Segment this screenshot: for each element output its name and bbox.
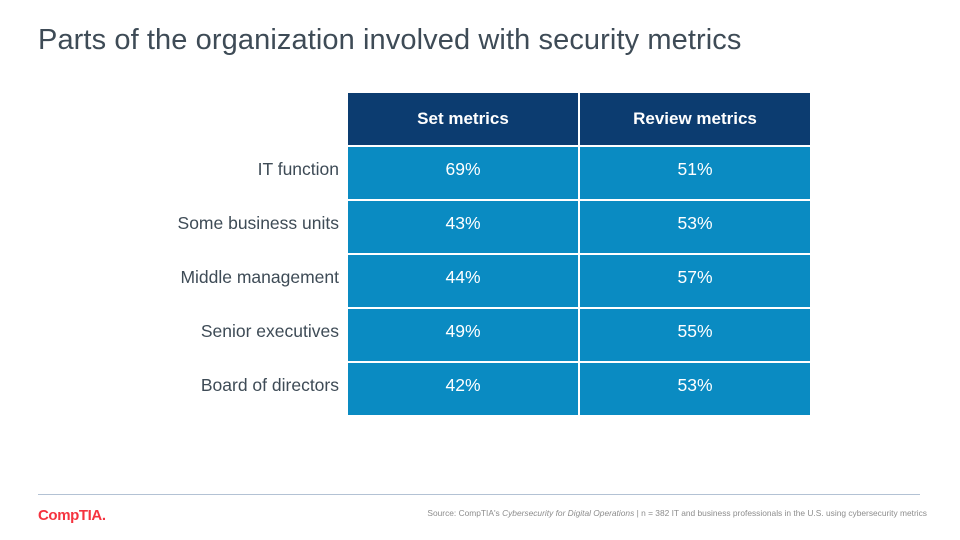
source-prefix: Source: CompTIA's	[427, 508, 503, 518]
cell-review-metrics-board-of-directors: 53%	[580, 363, 810, 415]
cell-review-metrics-senior-executives: 55%	[580, 309, 810, 361]
row-label-board-of-directors: Board of directors	[200, 375, 339, 395]
column-header-set-metrics: Set metrics	[348, 93, 578, 145]
comptia-logo: CompTIA.	[38, 507, 106, 524]
table-row: IT function 69% 51%	[0, 147, 960, 199]
row-label-senior-executives: Senior executives	[200, 321, 339, 341]
cell-set-metrics-some-business-units: 43%	[348, 201, 578, 253]
comptia-logo-dot: .	[101, 507, 106, 524]
row-label-middle-management: Middle management	[180, 267, 339, 287]
source-report-title: Cybersecurity for Digital Operations	[502, 508, 635, 518]
cell-set-metrics-it-function: 69%	[348, 147, 578, 199]
row-label-it-function: IT function	[257, 159, 339, 179]
comptia-logo-text: CompTIA	[38, 507, 102, 524]
metrics-table: Set metrics Review metrics IT function 6…	[0, 93, 960, 415]
cell-set-metrics-senior-executives: 49%	[348, 309, 578, 361]
column-header-review-metrics: Review metrics	[580, 93, 810, 145]
footer-divider	[38, 494, 920, 495]
table-row: Some business units 43% 53%	[0, 201, 960, 253]
cell-review-metrics-it-function: 51%	[580, 147, 810, 199]
source-suffix: | n = 382 IT and business professionals …	[634, 508, 927, 518]
source-note: Source: CompTIA's Cybersecurity for Digi…	[427, 508, 927, 518]
table-row: Senior executives 49% 55%	[0, 309, 960, 361]
cell-set-metrics-board-of-directors: 42%	[348, 363, 578, 415]
table-row: Board of directors 42% 53%	[0, 363, 960, 415]
cell-review-metrics-middle-management: 57%	[580, 255, 810, 307]
cell-set-metrics-middle-management: 44%	[348, 255, 578, 307]
row-label-some-business-units: Some business units	[177, 213, 339, 233]
table-header-row: Set metrics Review metrics	[0, 93, 960, 145]
page-title: Parts of the organization involved with …	[38, 24, 742, 56]
table-row: Middle management 44% 57%	[0, 255, 960, 307]
cell-review-metrics-some-business-units: 53%	[580, 201, 810, 253]
